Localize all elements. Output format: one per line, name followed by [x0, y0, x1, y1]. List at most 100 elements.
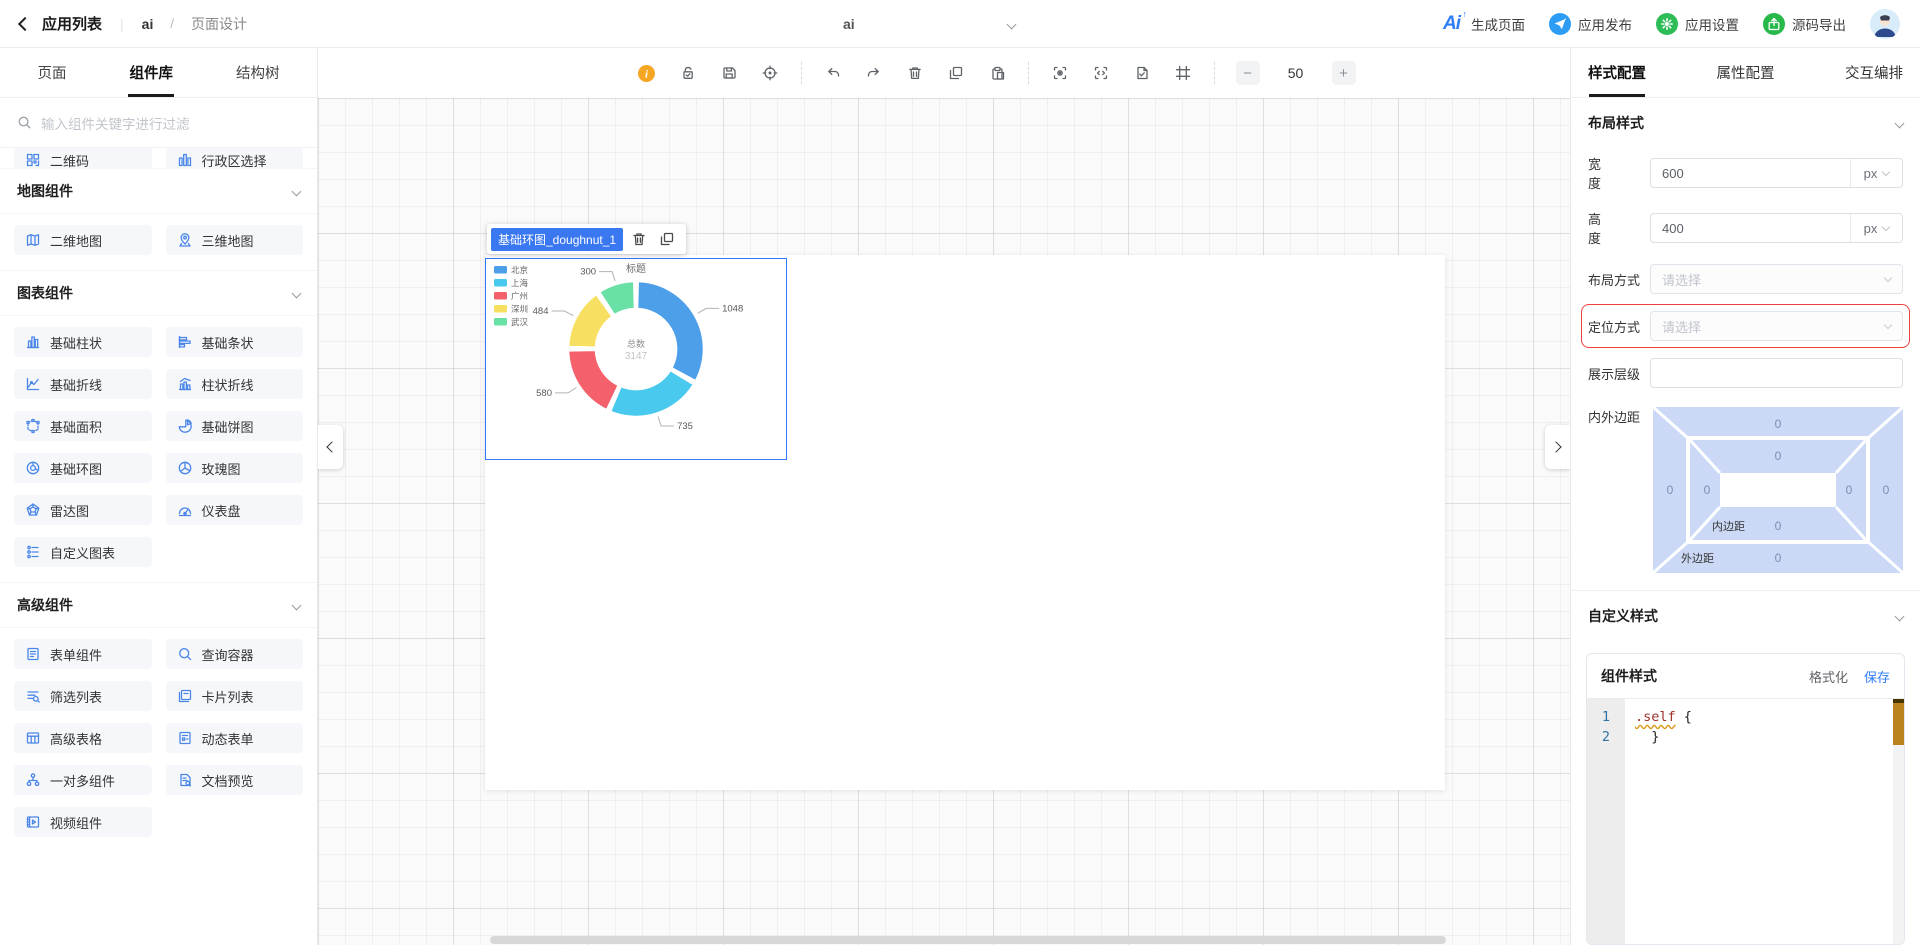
zoom-out-button[interactable]: − [1236, 61, 1260, 85]
back-button[interactable]: 应用列表 [42, 13, 102, 34]
component-item-仪表盘[interactable]: 仪表盘 [166, 495, 304, 525]
legend-label[interactable]: 深圳 [511, 304, 528, 314]
toolbar-target-icon[interactable] [760, 63, 780, 83]
height-input[interactable]: 400 [1651, 221, 1850, 236]
toolbar-delete-icon[interactable] [905, 63, 925, 83]
margin-bottom-value[interactable]: 0 [1775, 551, 1782, 565]
editor-code[interactable]: .self { } [1625, 699, 1893, 944]
component-item-动态表单[interactable]: 动态表单 [166, 723, 304, 753]
component-item-视频组件[interactable]: 视频组件 [14, 807, 152, 837]
layout-style-section-header[interactable]: 布局样式 [1571, 98, 1920, 148]
toolbar-undo-icon[interactable] [823, 63, 843, 83]
component-item-一对多组件[interactable]: 一对多组件 [14, 765, 152, 795]
sidebar-tab-结构树[interactable]: 结构树 [236, 48, 280, 97]
canvas-grid[interactable]: 基础环图_doughnut_1 标题 北京上海广州深圳武汉10487355804… [318, 98, 1570, 945]
header-action-应用发布[interactable]: 应用发布 [1549, 13, 1632, 35]
box-model-editor[interactable]: 0 0 0 0 0 0 0 0 内边距 外边距 [1653, 407, 1903, 576]
legend-swatch[interactable] [494, 305, 507, 313]
panel-tab-交互编排[interactable]: 交互编排 [1845, 48, 1903, 97]
format-button[interactable]: 格式化 [1809, 667, 1848, 686]
component-search-input[interactable]: 输入组件关键字进行过滤 [0, 98, 317, 148]
toolbar-save-icon[interactable] [719, 63, 739, 83]
toolbar-paste-icon[interactable] [987, 63, 1007, 83]
height-unit-select[interactable]: px [1850, 214, 1902, 242]
toolbar-frame-icon[interactable] [1173, 63, 1193, 83]
page-select[interactable]: ai [843, 0, 1015, 48]
margin-top-value[interactable]: 0 [1775, 417, 1782, 431]
header-action-源码导出[interactable]: 源码导出 [1763, 13, 1846, 35]
toolbar-preview-scan-icon[interactable] [1050, 63, 1070, 83]
panel-tab-属性配置[interactable]: 属性配置 [1717, 48, 1775, 97]
padding-right-value[interactable]: 0 [1846, 483, 1853, 497]
legend-label[interactable]: 上海 [511, 278, 529, 288]
slice-上海[interactable] [610, 370, 694, 417]
z-index-input[interactable] [1650, 358, 1903, 388]
component-item-高级表格[interactable]: 高级表格 [14, 723, 152, 753]
panel-tab-样式配置[interactable]: 样式配置 [1588, 48, 1646, 97]
legend-swatch[interactable] [494, 279, 507, 287]
collapse-panel-handle[interactable] [1545, 425, 1570, 469]
section-header-高级组件[interactable]: 高级组件 [0, 582, 317, 628]
header-action-应用设置[interactable]: 应用设置 [1656, 13, 1739, 35]
toolbar-unlock-icon[interactable] [678, 63, 698, 83]
custom-style-section-header[interactable]: 自定义样式 [1571, 591, 1920, 641]
padding-left-value[interactable]: 0 [1704, 483, 1711, 497]
breadcrumb-app[interactable]: ai [142, 16, 154, 32]
toolbar-info-icon[interactable]: i [637, 63, 657, 83]
section-header-图表组件[interactable]: 图表组件 [0, 270, 317, 316]
component-item-二维地图[interactable]: 二维地图 [14, 225, 152, 255]
legend-label[interactable]: 北京 [511, 265, 528, 275]
copy-component-button[interactable] [655, 228, 679, 250]
component-item-行政区选择[interactable]: 行政区选择 [166, 148, 304, 168]
component-item-雷达图[interactable]: 雷达图 [14, 495, 152, 525]
component-item-基础环图[interactable]: 基础环图 [14, 453, 152, 483]
width-unit-select[interactable]: px [1850, 159, 1902, 187]
header-action-生成页面[interactable]: Ai生成页面 [1443, 13, 1525, 35]
margin-left-value[interactable]: 0 [1667, 483, 1674, 497]
padding-bottom-value[interactable]: 0 [1775, 519, 1782, 533]
component-item-基础折线[interactable]: 基础折线 [14, 369, 152, 399]
component-item-玫瑰图[interactable]: 玫瑰图 [166, 453, 304, 483]
component-item-表单组件[interactable]: 表单组件 [14, 639, 152, 669]
collapse-sidebar-handle[interactable] [318, 425, 343, 469]
css-code-editor[interactable]: 12 .self { } [1587, 698, 1904, 944]
layout-mode-select[interactable]: 请选择 [1650, 264, 1903, 294]
design-page[interactable]: 基础环图_doughnut_1 标题 北京上海广州深圳武汉10487355804… [485, 255, 1445, 790]
back-icon[interactable] [18, 16, 32, 30]
component-item-二维码[interactable]: 二维码 [14, 148, 152, 168]
component-item-基础柱状[interactable]: 基础柱状 [14, 327, 152, 357]
toolbar-redo-icon[interactable] [864, 63, 884, 83]
padding-top-value[interactable]: 0 [1775, 449, 1782, 463]
save-button[interactable]: 保存 [1864, 667, 1890, 686]
component-item-基础饼图[interactable]: 基础饼图 [166, 411, 304, 441]
doughnut-component[interactable]: 基础环图_doughnut_1 标题 北京上海广州深圳武汉10487355804… [485, 258, 787, 460]
user-avatar[interactable] [1870, 9, 1900, 39]
component-item-卡片列表[interactable]: 卡片列表 [166, 681, 304, 711]
margin-right-value[interactable]: 0 [1883, 483, 1890, 497]
sidebar-tab-页面[interactable]: 页面 [38, 48, 67, 97]
legend-swatch[interactable] [494, 318, 507, 326]
slice-广州[interactable] [568, 350, 619, 411]
horizontal-scrollbar[interactable] [490, 936, 1446, 944]
component-item-文档预览[interactable]: 文档预览 [166, 765, 304, 795]
position-mode-select[interactable]: 请选择 [1650, 311, 1903, 341]
component-item-三维地图[interactable]: 三维地图 [166, 225, 304, 255]
delete-component-button[interactable] [627, 228, 651, 250]
toolbar-doc-check-icon[interactable] [1132, 63, 1152, 83]
component-item-柱状折线[interactable]: 柱状折线 [166, 369, 304, 399]
zoom-in-button[interactable]: + [1332, 61, 1356, 85]
sidebar-tab-组件库[interactable]: 组件库 [130, 48, 174, 97]
width-input[interactable]: 600 [1651, 166, 1850, 181]
legend-label[interactable]: 武汉 [511, 317, 529, 327]
component-item-查询容器[interactable]: 查询容器 [166, 639, 304, 669]
section-header-地图组件[interactable]: 地图组件 [0, 168, 317, 214]
slice-北京[interactable] [637, 281, 704, 381]
editor-overview-ruler[interactable] [1893, 699, 1904, 944]
component-item-基础面积[interactable]: 基础面积 [14, 411, 152, 441]
legend-label[interactable]: 广州 [511, 291, 528, 301]
toolbar-copy-icon[interactable] [946, 63, 966, 83]
component-item-基础条状[interactable]: 基础条状 [166, 327, 304, 357]
component-item-自定义图表[interactable]: 自定义图表 [14, 537, 152, 567]
legend-swatch[interactable] [494, 292, 507, 300]
toolbar-code-scan-icon[interactable] [1091, 63, 1111, 83]
